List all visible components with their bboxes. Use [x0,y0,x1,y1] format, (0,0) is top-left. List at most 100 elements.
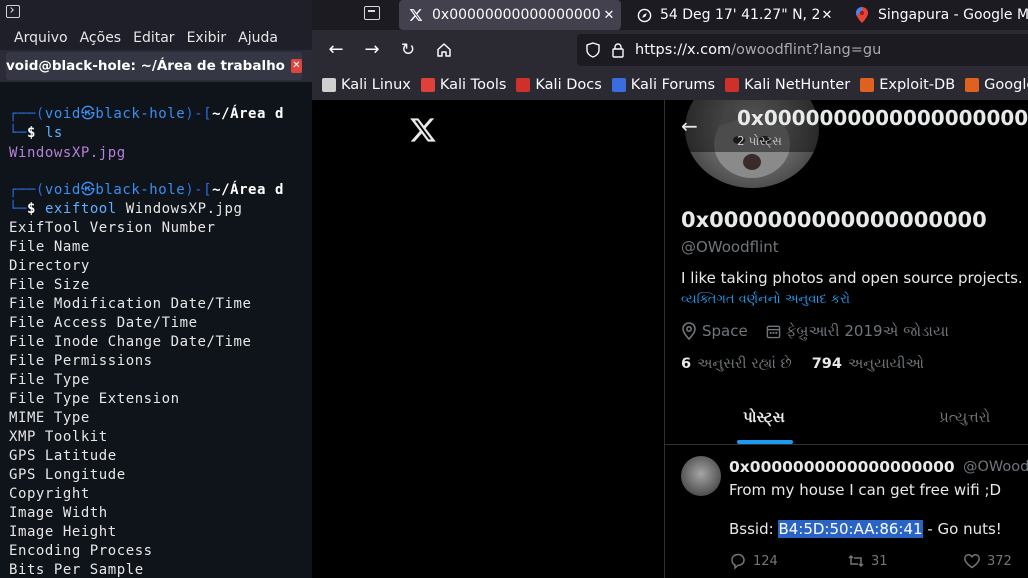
terminal-output[interactable]: ┌──(void㉿black-hole)-[~/Área d └─$ ls Wi… [0,82,312,578]
exif-field: Copyright [9,486,90,502]
exif-field: File Access Date/Time [9,315,198,331]
bookmark-item[interactable]: Kali NetHunter [725,77,850,93]
shield-icon[interactable] [585,42,601,58]
retweet-button[interactable]: 31 [847,552,888,570]
bookmark-item[interactable]: Exploit-DB [860,77,955,93]
reply-button[interactable]: 124 [729,552,778,570]
profile-handle: @OWoodflint [681,238,779,256]
bssid-label: Bssid: [729,520,779,538]
exif-field: File Permissions [9,353,153,369]
exif-field: ExifTool Version Number [9,220,216,236]
tab-title: 54 Deg 17' 41.27" N, 2 Deg [660,7,819,23]
back-icon[interactable]: ← [324,38,348,62]
command-line-2: └─$ exiftool WindowsXP.jpg [9,201,243,217]
prompt-line-2: ┌──(void㉿black-hole)-[~/Área d [9,182,284,198]
terminal-tabbar: void@black-hole: ~/Área de trabalho ✕ [0,50,312,82]
reply-icon [731,553,745,570]
tab-close-icon[interactable]: ✕ [819,8,835,23]
profile-meta: Space ફેબ્રુઆરી 2019એ જોડાયા [681,322,949,340]
forward-icon[interactable]: → [360,38,384,62]
tab-title: 0x0000000000000000000 [432,7,601,23]
x-home-logo-icon[interactable] [408,116,438,144]
followers-label[interactable]: અનુયાયીઓ [848,356,924,372]
location-icon [681,322,697,340]
exif-field: Encoding Process [9,543,153,559]
bookmark-item[interactable]: Kali Linux [322,77,411,93]
tab-list-icon[interactable] [364,6,380,20]
exif-field: File Modification Date/Time [9,296,252,312]
bookmark-item[interactable]: Google H [965,77,1028,93]
following-count[interactable]: 6 [681,356,691,372]
lock-icon[interactable] [611,42,625,58]
follow-stats: 6 અનુસરી રહ્યાં છે 794 અનુયાયીઓ [681,356,944,372]
profile-column: ← 0x0000000000000000000 2 પોસ્ટ્સ 0x0000… [664,100,1028,578]
menu-exibir[interactable]: Exibir [187,30,227,46]
bookmark-label: Exploit-DB [879,77,956,93]
menu-ajuda[interactable]: Ajuda [238,30,278,46]
maps-pin-icon [854,7,870,23]
bookmark-label: Kali NetHunter [744,77,851,93]
exif-field: GPS Latitude [9,448,117,464]
exif-field: Bits Per Sample [9,562,144,578]
bookmark-item[interactable]: Kali Docs [516,77,602,93]
browser-tab-x-profile[interactable]: 0x0000000000000000000 ✕ [399,0,621,30]
url-bar[interactable]: https://x.com/owoodflint?lang=gu [577,34,1028,66]
bookmark-favicon-icon [420,78,435,92]
bookmark-label: Kali Forums [630,77,716,93]
bookmark-label: Kali Linux [341,77,411,93]
tweet-author-name[interactable]: 0x0000000000000000000 [729,458,955,476]
x-profile-page: ← 0x0000000000000000000 2 પોસ્ટ્સ 0x0000… [312,100,1028,578]
followers-count[interactable]: 794 [812,356,842,372]
terminal-tab-title: void@black-hole: ~/Área de trabalho [6,58,285,74]
reload-icon[interactable]: ↻ [396,38,420,62]
home-icon[interactable] [432,38,456,62]
bssid-selected-text[interactable]: B4:5D:50:AA:86:41 [778,520,923,538]
terminal-tab-close-icon[interactable]: ✕ [290,59,302,73]
tweet-author-handle[interactable]: @OWood [963,459,1028,475]
exif-field: Directory [9,258,90,274]
following-label[interactable]: અનુસરી રહ્યાં છે [697,356,792,372]
browser-tab-google-maps[interactable]: Singapura - Google Maps [845,0,1028,30]
bookmarks-toolbar: Kali Linux Kali Tools Kali Docs Kali Forums… [312,70,1028,100]
command-line-1: └─$ ls [9,125,63,141]
profile-bio: I like taking photos and open source pro… [681,269,1023,287]
exif-field: Image Width [9,505,108,521]
tab-close-icon[interactable]: ✕ [601,8,617,23]
back-arrow-icon[interactable]: ← [681,114,705,138]
reply-count: 124 [753,553,778,569]
tab-posts[interactable]: પોસ્ટ્સ [743,408,785,426]
tab-replies[interactable]: પ્રત્યુત્તરો [939,408,990,426]
exif-field: File Type Extension [9,391,180,407]
url-text[interactable]: https://x.com/owoodflint?lang=gu [635,42,881,58]
menu-editar[interactable]: Editar [133,30,174,46]
exif-field: File Inode Change Date/Time [9,334,252,350]
profile-sticky-header: ← 0x0000000000000000000 2 પોસ્ટ્સ [665,100,1028,152]
exif-field: File Name [9,239,90,255]
tweet-text-line-1: From my house I can get free wifi ;D [729,481,1002,499]
translate-bio-link[interactable]: વ્યક્તિગત વર્ણનનો અનુવાદ કરો [681,292,850,307]
terminal-tab[interactable]: void@black-hole: ~/Área de trabalho ✕ [6,52,302,80]
browser-window: 0x0000000000000000000 ✕ 54 Deg 17' 41.27… [312,0,1028,578]
bookmark-favicon-icon [516,78,531,92]
like-count: 372 [987,553,1012,569]
bookmark-item[interactable]: Kali Tools [420,77,506,93]
tab-title: Singapura - Google Maps [878,7,1028,23]
like-icon [964,553,980,569]
browser-tab-coordinates[interactable]: 54 Deg 17' 41.27" N, 2 Deg ✕ [627,0,839,30]
ls-output: WindowsXP.jpg [9,145,126,161]
profile-joined-date: ફેબ્રુઆરી 2019એ જોડાયા [785,322,949,340]
bookmark-label: Kali Docs [535,77,602,93]
menu-arquivo[interactable]: Arquivo [14,30,68,46]
bookmark-favicon-icon [725,78,740,92]
bookmark-favicon-icon [965,78,980,92]
tweet[interactable]: 0x0000000000000000000 @OWood From my hou… [665,444,1028,578]
exif-field: File Type [9,372,90,388]
tweet-avatar[interactable] [681,456,721,496]
profile-tabs: પોસ્ટ્સ પ્રત્યુત્તરો [665,396,1028,445]
bookmark-item[interactable]: Kali Forums [611,77,716,93]
terminal-app-icon[interactable] [6,5,20,18]
calendar-icon [766,324,781,339]
browser-tabstrip: 0x0000000000000000000 ✕ 54 Deg 17' 41.27… [312,0,1028,30]
menu-acoes[interactable]: Ações [80,30,122,46]
like-button[interactable]: 372 [963,552,1012,570]
